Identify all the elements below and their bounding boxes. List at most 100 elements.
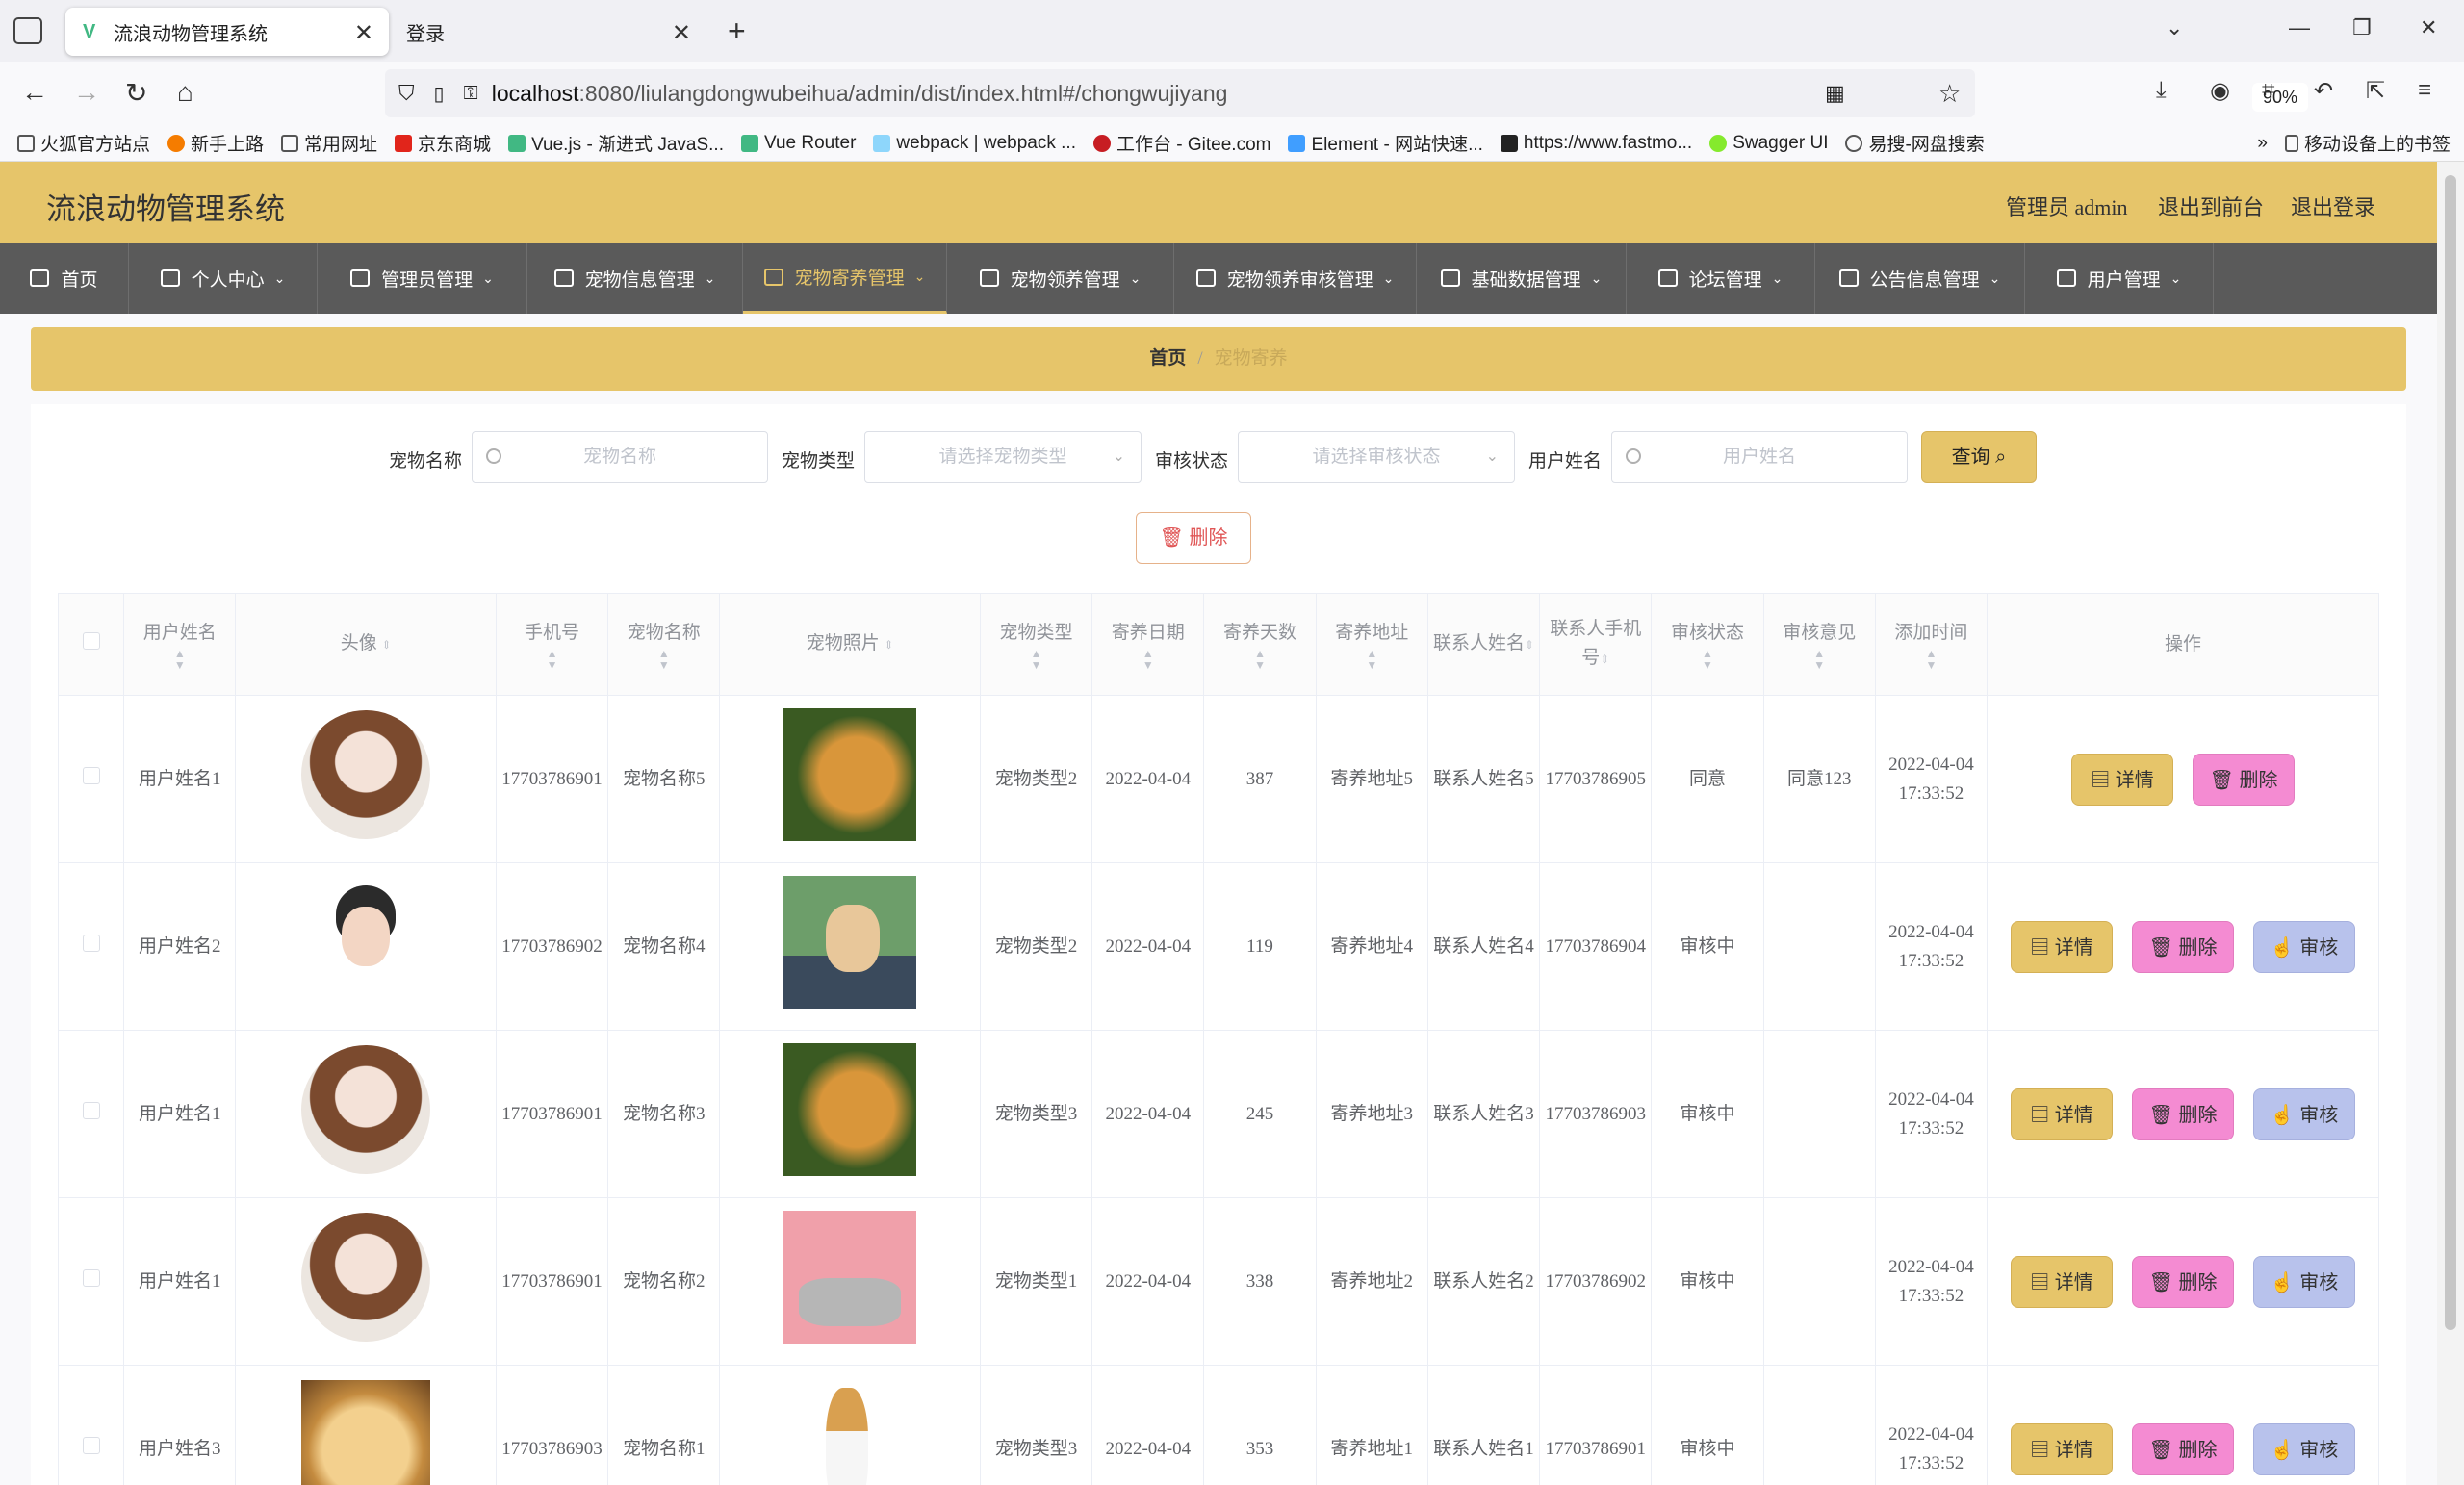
checkbox[interactable] [82, 766, 100, 784]
minimize-icon[interactable]: — [2289, 15, 2310, 40]
url-bar[interactable]: ⛉ ▯ ⚿ localhost:8080/liulangdongwubeihua… [385, 69, 2308, 117]
undo-icon[interactable]: ↶ [2314, 77, 2333, 105]
col-contact-phone[interactable]: 联系人手机号⇕ [1539, 593, 1653, 696]
checkbox[interactable] [82, 934, 100, 952]
query-button[interactable]: 查询 ⌕ [1921, 431, 2037, 483]
user-name-input[interactable]: 用户姓名 [1611, 431, 1908, 483]
bookmark-item[interactable]: Vue Router [740, 133, 856, 154]
bookmark-item[interactable]: https://www.fastmo... [1500, 133, 1692, 154]
col-created[interactable]: 添加时间 ▲ ▼ [1874, 593, 1989, 696]
bookmark-item[interactable]: 工作台 - Gitee.com [1093, 130, 1270, 156]
review-button[interactable]: ☝ 审核 [2253, 1422, 2356, 1475]
bookmark-item[interactable]: Element - 网站快速... [1288, 130, 1483, 156]
checkbox[interactable] [82, 1268, 100, 1287]
detail-button[interactable]: ▤ 详情 [2011, 1422, 2114, 1475]
menu-item-7[interactable]: 基础数据管理 ⌄ [1417, 243, 1627, 314]
menu-item-5[interactable]: 宠物领养管理 ⌄ [947, 243, 1174, 314]
menu-item-10[interactable]: 用户管理 ⌄ [2025, 243, 2214, 314]
status-select[interactable]: 请选择审核状态 ⌄ [1238, 431, 1515, 483]
menu-item-3[interactable]: 宠物信息管理 ⌄ [527, 243, 743, 314]
logout-link[interactable]: 退出登录 [2291, 191, 2375, 221]
menu-item-9[interactable]: 公告信息管理 ⌄ [1815, 243, 2025, 314]
qr-code-icon[interactable]: ▦ [1825, 81, 1845, 106]
window-close-icon[interactable]: ✕ [2420, 15, 2437, 40]
pet-type-select[interactable]: 请选择宠物类型 ⌄ [864, 431, 1142, 483]
exit-to-front-link[interactable]: 退出到前台 [2158, 191, 2264, 221]
row-checkbox-cell[interactable] [57, 1197, 125, 1366]
tab-active[interactable]: V 流浪动物管理系统 ✕ [65, 8, 389, 56]
detail-button[interactable]: ▤ 详情 [2011, 1088, 2114, 1140]
col-days[interactable]: 寄养天数 ▲ ▼ [1203, 593, 1317, 696]
sort-icon[interactable]: ⇕ [1600, 653, 1609, 666]
bookmark-item[interactable]: Vue.js - 渐进式 JavaS... [508, 130, 724, 156]
bookmark-item[interactable]: Swagger UI [1709, 133, 1828, 154]
app-menu-icon[interactable]: ≡ [2418, 77, 2431, 104]
sort-icon[interactable]: ▲ ▼ [1208, 648, 1311, 671]
detail-button[interactable]: ▤ 详情 [2011, 1255, 2114, 1308]
download-icon[interactable]: ⤓ [2156, 77, 2167, 104]
review-button[interactable]: ☝ 审核 [2253, 1255, 2356, 1308]
select-all-checkbox-cell[interactable] [57, 593, 125, 696]
delete-button[interactable]: 🗑 删除 [2193, 753, 2296, 806]
sort-icon[interactable]: ▲ ▼ [612, 648, 715, 671]
detail-button[interactable]: ▤ 详情 [2071, 753, 2174, 806]
checkbox[interactable] [82, 1436, 100, 1454]
sort-icon[interactable]: ▲ ▼ [1880, 648, 1983, 671]
batch-delete-button[interactable]: 🗑 删除 [1136, 512, 1251, 564]
bookmark-item[interactable]: 常用网址 [281, 130, 377, 156]
review-button[interactable]: ☝ 审核 [2253, 1088, 2356, 1140]
bookmark-star-icon[interactable]: ☆ [1938, 79, 1961, 109]
menu-item-2[interactable]: 管理员管理 ⌄ [318, 243, 527, 314]
sort-icon[interactable]: ▲ ▼ [985, 648, 1088, 671]
sort-icon[interactable]: ⇕ [382, 638, 392, 652]
col-address[interactable]: 寄养地址 ▲ ▼ [1315, 593, 1428, 696]
bookmark-item[interactable]: webpack | webpack ... [873, 133, 1076, 154]
screenshot-icon[interactable]: ⌗ [2262, 77, 2275, 104]
row-checkbox-cell[interactable] [57, 1030, 125, 1198]
tab-list-chevron-icon[interactable]: ⌄ [2166, 15, 2183, 40]
checkbox[interactable] [82, 1101, 100, 1119]
menu-item-0[interactable]: 首页 [0, 243, 129, 314]
sort-icon[interactable]: ▲ ▼ [1656, 648, 1758, 671]
breadcrumb-home[interactable]: 首页 [1149, 348, 1186, 369]
zoom-level[interactable]: 90% [2252, 83, 2308, 112]
detail-button[interactable]: ▤ 详情 [2011, 920, 2114, 973]
sort-icon[interactable]: ▲ ▼ [500, 648, 603, 671]
delete-button[interactable]: 🗑 删除 [2132, 1088, 2235, 1140]
extensions-icon[interactable]: ⇱ [2366, 77, 2385, 105]
bookmark-item[interactable]: 京东商城 [395, 130, 491, 156]
row-checkbox-cell[interactable] [57, 1365, 125, 1485]
col-user[interactable]: 用户姓名 ▲ ▼ [123, 593, 237, 696]
checkbox[interactable] [82, 631, 100, 650]
reload-icon[interactable]: ↻ [125, 77, 147, 109]
sort-icon[interactable]: ▲ ▼ [1321, 648, 1424, 671]
mobile-bookmarks[interactable]: 移动设备上的书签 [2284, 130, 2451, 156]
account-icon[interactable]: ◉ [2210, 77, 2230, 105]
row-checkbox-cell[interactable] [57, 862, 125, 1031]
sort-icon[interactable]: ⇕ [885, 638, 894, 652]
sort-icon[interactable]: ⇕ [1525, 638, 1534, 652]
bookmark-item[interactable]: 新手上路 [167, 130, 264, 156]
delete-button[interactable]: 🗑 删除 [2132, 1255, 2235, 1308]
menu-item-4[interactable]: 宠物寄养管理 ⌄ [743, 243, 947, 314]
col-pet-type[interactable]: 宠物类型 ▲ ▼ [979, 593, 1093, 696]
sort-icon[interactable]: ▲ ▼ [1768, 648, 1871, 671]
sort-icon[interactable]: ▲ ▼ [1096, 648, 1199, 671]
page-scrollbar[interactable] [2437, 162, 2464, 1485]
col-contact[interactable]: 联系人姓名⇕ [1426, 593, 1541, 696]
col-avatar[interactable]: 头像 ⇕ [235, 593, 497, 696]
row-checkbox-cell[interactable] [57, 695, 125, 863]
col-pet-name[interactable]: 宠物名称 ▲ ▼ [607, 593, 721, 696]
back-icon[interactable]: ← [21, 77, 48, 108]
tab-close-icon[interactable]: ✕ [354, 19, 373, 47]
menu-item-1[interactable]: 个人中心 ⌄ [129, 243, 318, 314]
more-bookmarks-icon[interactable]: » [2257, 133, 2268, 154]
tab-login[interactable]: 登录 ✕ [389, 8, 706, 56]
col-photo[interactable]: 宠物照片 ⇕ [719, 593, 981, 696]
bookmark-item[interactable]: 易搜-网盘搜索 [1845, 130, 1985, 156]
bookmark-item[interactable]: 火狐官方站点 [17, 130, 150, 156]
sidebar-toggle-icon[interactable] [13, 17, 42, 44]
sort-icon[interactable]: ▲ ▼ [128, 648, 231, 671]
col-phone[interactable]: 手机号 ▲ ▼ [495, 593, 609, 696]
forward-icon[interactable]: → [73, 77, 100, 108]
